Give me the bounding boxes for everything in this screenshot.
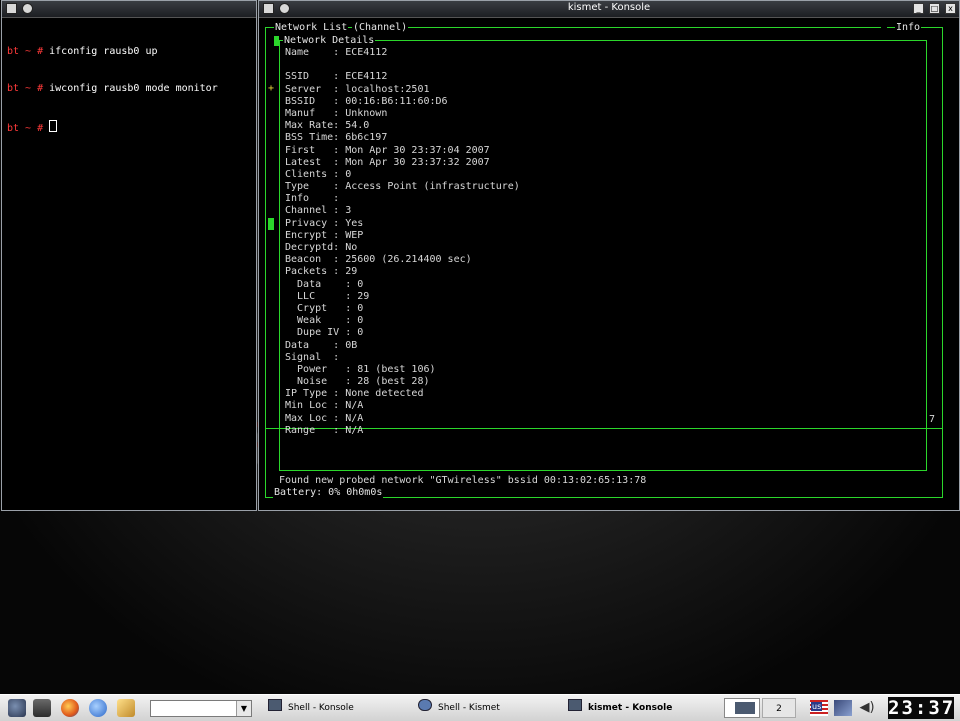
clock[interactable]: 23:37 — [888, 697, 954, 719]
flag-icon[interactable]: us — [810, 700, 828, 716]
detail-row: Encrypt : WEP — [285, 229, 364, 241]
kismet-window-titlebar[interactable]: kismet - Konsole _ □ x — [259, 1, 959, 18]
detail-row: IP Type : None detected — [285, 388, 424, 400]
channel-label: (Channel) — [352, 22, 409, 34]
shell-window[interactable]: bt ~ # ifconfig rausb0 up bt ~ # iwconfi… — [1, 0, 257, 511]
detail-row: Channel : 3 — [285, 205, 352, 217]
status-message: Found new probed network "GTwireless" bs… — [279, 475, 647, 486]
plus-marker: + — [268, 83, 275, 94]
detail-row: Latest : Mon Apr 30 23:37:32 2007 — [285, 156, 490, 168]
info-label: Info — [895, 22, 922, 34]
shell-window-titlebar[interactable] — [2, 1, 256, 18]
shell-line: bt ~ # ifconfig rausb0 up — [7, 46, 158, 58]
konsole-icon — [268, 699, 282, 711]
sticky-icon[interactable] — [22, 3, 33, 14]
close-button[interactable]: x — [945, 3, 956, 14]
kismet-window[interactable]: kismet - Konsole _ □ x Network List (Cha… — [258, 0, 960, 511]
scroll-marker — [268, 218, 274, 230]
pager-window-thumb — [735, 702, 755, 714]
detail-row: Type : Access Point (infrastructure) — [285, 181, 520, 193]
details-panel-left — [279, 40, 280, 470]
text-cursor — [49, 119, 58, 132]
detail-row: BSSID : 00:16:B6:11:60:D6 — [285, 95, 448, 107]
detail-row: Crypt : 0 — [285, 302, 364, 314]
network-details-list: Name : ECE4112 SSID : ECE4112 Server : loc… — [285, 47, 520, 437]
minimize-button[interactable]: _ — [913, 3, 924, 14]
detail-row: Server : localhost:2501 — [285, 83, 430, 95]
details-panel-title: Network Details — [283, 35, 376, 47]
window-menu-icon[interactable] — [6, 3, 17, 14]
detail-row: Min Loc : N/A — [285, 400, 364, 412]
detail-row: Power : 81 (best 106) — [285, 363, 436, 375]
detail-row: Data : 0 — [285, 278, 364, 290]
detail-row: Beacon : 25600 (26.214400 sec) — [285, 254, 472, 266]
kmenu-icon[interactable] — [8, 699, 26, 717]
task-shell-kismet[interactable]: Shell - Kismet — [418, 699, 500, 717]
detail-row: Signal : — [285, 351, 340, 363]
detail-row: Max Rate: 54.0 — [285, 120, 370, 132]
detail-row: Noise : 28 (best 28) — [285, 376, 430, 388]
show-desktop-icon[interactable] — [33, 699, 51, 717]
command-combo[interactable]: ▼ — [150, 700, 252, 717]
browser-icon[interactable] — [89, 699, 107, 717]
list-selection-marker — [274, 36, 279, 46]
detail-row — [285, 59, 520, 71]
detail-row: Decryptd: No — [285, 242, 358, 253]
task-kismet-konsole[interactable]: kismet - Konsole — [568, 699, 672, 717]
keyboard-layout: us — [811, 702, 823, 711]
taskbar: ▼ Shell - Konsole Shell - Kismet kismet … — [0, 694, 960, 721]
detail-row: LLC : 29 — [285, 290, 370, 302]
desktop-pager[interactable] — [724, 698, 760, 718]
kismet-icon — [418, 699, 432, 711]
network-icon[interactable] — [834, 700, 852, 716]
frame-right — [942, 27, 943, 497]
detail-row: Clients : 0 — [285, 168, 352, 180]
maximize-button[interactable]: □ — [929, 3, 940, 14]
detail-row: Weak : 0 — [285, 315, 364, 327]
task-shell-konsole[interactable]: Shell - Konsole — [268, 699, 354, 717]
details-panel-top — [279, 40, 927, 41]
detail-row: Packets : 29 — [285, 266, 358, 278]
detail-row: Data : 0B — [285, 339, 358, 351]
window-title: kismet - Konsole — [567, 2, 651, 13]
network-list-label: Network List — [274, 22, 349, 34]
konsole-icon — [568, 699, 582, 711]
detail-row: Privacy : Yes — [285, 217, 364, 229]
volume-icon[interactable]: ◀) — [858, 700, 876, 716]
shell-terminal-output[interactable]: bt ~ # ifconfig rausb0 up bt ~ # iwconfi… — [7, 22, 218, 159]
battery-status: Battery: 0% 0h0m0s — [273, 487, 384, 499]
chevron-down-icon[interactable]: ▼ — [236, 701, 251, 716]
right-marker: 7 — [929, 414, 936, 425]
edit-icon[interactable] — [117, 699, 135, 717]
detail-row: BSS Time: 6b6c197 — [285, 132, 388, 144]
detail-row: Info : — [285, 193, 340, 205]
firefox-icon[interactable] — [61, 699, 79, 717]
detail-row: Max Loc : N/A — [285, 412, 364, 424]
detail-row: Manuf : Unknown — [285, 107, 388, 119]
detail-row: SSID : ECE4112 — [285, 71, 388, 83]
pager-desktop-2[interactable]: 2 — [762, 698, 796, 718]
detail-row: Dupe IV : 0 — [285, 327, 364, 339]
details-panel-right — [926, 40, 927, 470]
detail-row: Name : ECE4112 — [285, 47, 388, 58]
detail-row: Range : N/A — [285, 424, 364, 436]
detail-row: First : Mon Apr 30 23:37:04 2007 — [285, 144, 490, 156]
frame-left — [265, 27, 266, 497]
shell-line: bt ~ # iwconfig rausb0 mode monitor — [7, 83, 218, 95]
details-panel-bottom — [279, 470, 927, 471]
shell-line: bt ~ # — [7, 119, 218, 135]
